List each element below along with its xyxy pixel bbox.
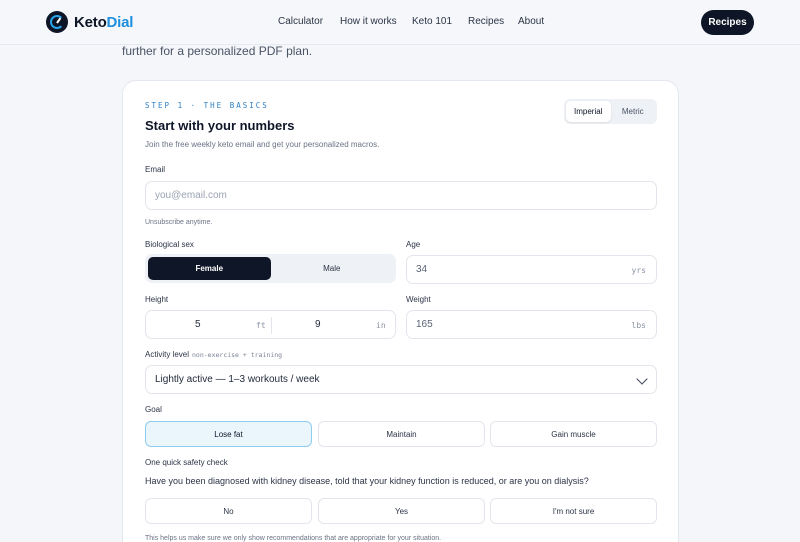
safety-hint: This helps us make sure we only show rec… (145, 535, 442, 542)
goal-lose-fat-button[interactable]: Lose fat (145, 421, 312, 447)
activity-note: non-exercise + training (192, 351, 283, 359)
unit-imperial-button[interactable]: Imperial (566, 101, 611, 122)
safety-label: One quick safety check (145, 458, 228, 467)
weight-value: 165 (416, 319, 433, 330)
age-input[interactable]: 34 yrs (406, 255, 657, 284)
top-nav: KetoDial Calculator How it works Keto 10… (0, 0, 800, 45)
step-title: Start with your numbers (145, 118, 295, 133)
weight-label: Weight (406, 295, 431, 304)
sex-label: Biological sex (145, 240, 194, 249)
goal-maintain-button[interactable]: Maintain (318, 421, 485, 447)
activity-value: Lightly active — 1–3 workouts / week (155, 374, 320, 385)
safety-not-sure-button[interactable]: I'm not sure (490, 498, 657, 524)
weight-input[interactable]: 165 lbs (406, 310, 657, 339)
nav-link-how-it-works[interactable]: How it works (340, 16, 397, 27)
unit-toggle: Imperial Metric (564, 99, 657, 124)
logo[interactable]: KetoDial (46, 11, 133, 33)
email-label: Email (145, 165, 166, 174)
age-value: 34 (416, 264, 428, 275)
email-hint: Unsubscribe anytime. (145, 219, 213, 226)
age-label: Age (406, 240, 421, 249)
step-card: STEP 1 · THE BASICS Start with your numb… (122, 80, 679, 542)
nav-link-about[interactable]: About (518, 16, 544, 27)
weight-unit: lbs (631, 321, 646, 330)
brand-name: KetoDial (74, 13, 134, 31)
safety-question: Have you been diagnosed with kidney dise… (145, 476, 589, 486)
intro-text: further for a personalized PDF plan. (122, 44, 313, 58)
nav-link-recipes[interactable]: Recipes (468, 16, 504, 27)
height-input[interactable]: 5 ft 9 in (145, 310, 396, 339)
height-feet-unit: ft (256, 321, 266, 330)
sex-toggle: Female Male (145, 254, 396, 283)
email-field[interactable]: you@email.com (145, 181, 657, 210)
step-subtitle: Join the free weekly keto email and get … (145, 140, 380, 149)
sex-male-button[interactable]: Male (271, 257, 394, 280)
chevron-down-icon (636, 373, 648, 385)
height-divider (271, 317, 272, 334)
email-placeholder: you@email.com (155, 190, 227, 201)
nav-link-calculator[interactable]: Calculator (278, 16, 323, 27)
step-eyebrow: STEP 1 · THE BASICS (145, 101, 269, 110)
height-inches-unit: in (376, 321, 386, 330)
gauge-logo-icon (46, 11, 68, 33)
goal-label: Goal (145, 405, 162, 414)
nav-link-keto-101[interactable]: Keto 101 (412, 16, 452, 27)
recipes-button[interactable]: Recipes (701, 10, 754, 35)
height-feet-value[interactable]: 5 (195, 319, 201, 330)
activity-label: Activity level non-exercise + training (145, 350, 283, 359)
safety-yes-button[interactable]: Yes (318, 498, 485, 524)
height-label: Height (145, 295, 169, 304)
age-unit: yrs (631, 266, 646, 275)
sex-female-button[interactable]: Female (148, 257, 271, 280)
activity-select[interactable]: Lightly active — 1–3 workouts / week (145, 365, 657, 394)
unit-metric-button[interactable]: Metric (611, 101, 656, 122)
safety-no-button[interactable]: No (145, 498, 312, 524)
goal-gain-muscle-button[interactable]: Gain muscle (490, 421, 657, 447)
height-inches-value[interactable]: 9 (315, 319, 321, 330)
